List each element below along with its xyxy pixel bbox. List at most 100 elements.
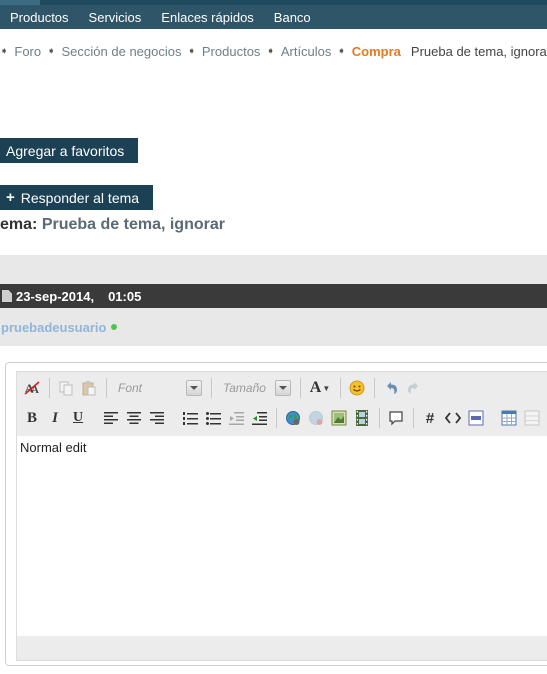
toolbar-separator [300,378,301,398]
align-left-icon [104,412,118,424]
insert-smiley-button[interactable] [346,377,368,399]
align-left-button[interactable] [100,407,122,429]
post-user-band: pruebadeusuario [0,308,547,346]
font-family-select[interactable]: Font [112,377,202,399]
thread-title-text: Prueba de tema, ignorar [41,216,225,233]
align-center-icon [127,412,141,424]
insert-hashtag-button[interactable]: # [419,407,441,429]
redo-button[interactable] [403,377,425,399]
breadcrumb-item-articulos[interactable]: Artículos [281,44,332,59]
bold-icon: B [26,409,37,426]
unordered-list-button[interactable] [202,407,224,429]
editor-toolbar-row-2: B I U # [17,406,544,430]
add-to-favorites-button[interactable]: Agregar a favoritos [0,138,138,163]
font-family-placeholder: Font [118,381,143,395]
post-date: 23-sep-2014, [16,288,95,304]
bold-button[interactable]: B [21,407,43,429]
toolbar-separator [340,378,341,398]
page: Productos Servicios Enlaces rápidos Banc… [0,0,547,674]
post-header: 23-sep-2014, 01:05 [0,284,547,308]
undo-button[interactable] [380,377,402,399]
nav-item-enlaces-rapidos[interactable]: Enlaces rápidos [151,10,264,25]
editor-text-area[interactable]: Normal edit [17,436,547,636]
breadcrumb-arrow-icon: ➧ [187,45,196,57]
hash-icon: # [425,409,435,427]
insert-code-button[interactable] [442,407,464,429]
copy-button[interactable] [55,377,77,399]
toolbar-separator [211,378,212,398]
breadcrumb-item-foro[interactable]: Foro [14,44,41,59]
breadcrumb-arrow-icon: ➧ [337,45,346,57]
toolbar-separator [106,378,107,398]
reply-to-topic-label: Responder al tema [20,189,140,206]
caret-down-icon: ▼ [322,383,331,393]
php-code-icon [468,410,484,426]
align-center-button[interactable] [123,407,145,429]
insert-table-button[interactable] [498,407,520,429]
breadcrumb-current[interactable]: Compra [352,44,401,59]
breadcrumb-arrow-icon: ➧ [47,45,56,57]
breadcrumb-page-name: Prueba de tema, ignorar [410,43,547,59]
breadcrumb-item-seccion-negocios[interactable]: Sección de negocios [62,44,182,59]
smiley-icon [349,380,365,396]
insert-video-button[interactable] [351,407,373,429]
outdent-button[interactable] [225,407,247,429]
table-properties-button[interactable] [521,407,543,429]
document-icon [2,290,12,302]
image-icon [331,410,347,426]
remove-format-button[interactable]: A A [21,377,43,399]
thread-title: ema: Prueba de tema, ignorar [0,216,225,234]
plus-icon: + [6,189,15,206]
copy-icon [59,381,73,396]
thread-title-prefix: ema: [0,216,38,233]
nav-item-productos[interactable]: Productos [0,10,79,25]
editor-frame: A A Font Tamaño A ▼ B I U # Normal edit [16,371,547,661]
insert-link-button[interactable] [282,407,304,429]
indent-icon [251,411,267,425]
online-status-icon [111,324,118,330]
italic-icon: I [52,409,58,426]
table-icon [501,410,517,426]
outdent-icon [228,411,244,425]
paste-icon [82,381,96,396]
remove-format-icon: A A [24,381,40,396]
reply-editor: A A Font Tamaño A ▼ B I U # Normal edit [5,362,547,666]
nav-item-servicios[interactable]: Servicios [79,10,152,25]
breadcrumb-arrow-icon: ➧ [266,45,275,57]
toolbar-separator [413,408,414,428]
remove-link-button[interactable] [305,407,327,429]
align-right-button[interactable] [146,407,168,429]
redo-icon [408,382,418,394]
add-to-favorites-label: Agregar a favoritos [6,142,125,159]
reply-to-topic-button[interactable]: + Responder al tema [0,185,153,210]
breadcrumb-item-productos[interactable]: Productos [202,44,261,59]
italic-button[interactable]: I [44,407,66,429]
unordered-list-icon [205,411,221,425]
post-spacer-band [0,255,547,284]
font-size-select[interactable]: Tamaño [217,377,291,399]
insert-php-button[interactable] [465,407,487,429]
indent-button[interactable] [248,407,270,429]
ordered-list-icon [182,411,198,425]
ordered-list-button[interactable] [179,407,201,429]
paste-button[interactable] [78,377,100,399]
insert-image-button[interactable] [328,407,350,429]
top-navbar: Productos Servicios Enlaces rápidos Banc… [0,5,547,29]
table-properties-icon [524,410,540,426]
insert-quote-button[interactable] [385,407,407,429]
speech-bubble-icon [389,411,403,426]
unlink-icon [309,411,323,425]
font-size-placeholder: Tamaño [223,381,266,395]
underline-button[interactable]: U [67,407,89,429]
underline-icon: U [72,410,84,425]
toolbar-separator [374,378,375,398]
breadcrumb-arrow-icon: ➧ [0,45,9,57]
editor-toolbar-row-1: A A Font Tamaño A ▼ [17,376,426,400]
chevron-down-icon [275,380,291,396]
font-color-icon: A [309,379,322,396]
code-icon [445,412,461,424]
nav-item-banco[interactable]: Banco [264,10,321,25]
font-color-button[interactable]: A ▼ [306,377,334,399]
chevron-down-icon [186,380,202,396]
post-username[interactable]: pruebadeusuario [1,320,106,335]
